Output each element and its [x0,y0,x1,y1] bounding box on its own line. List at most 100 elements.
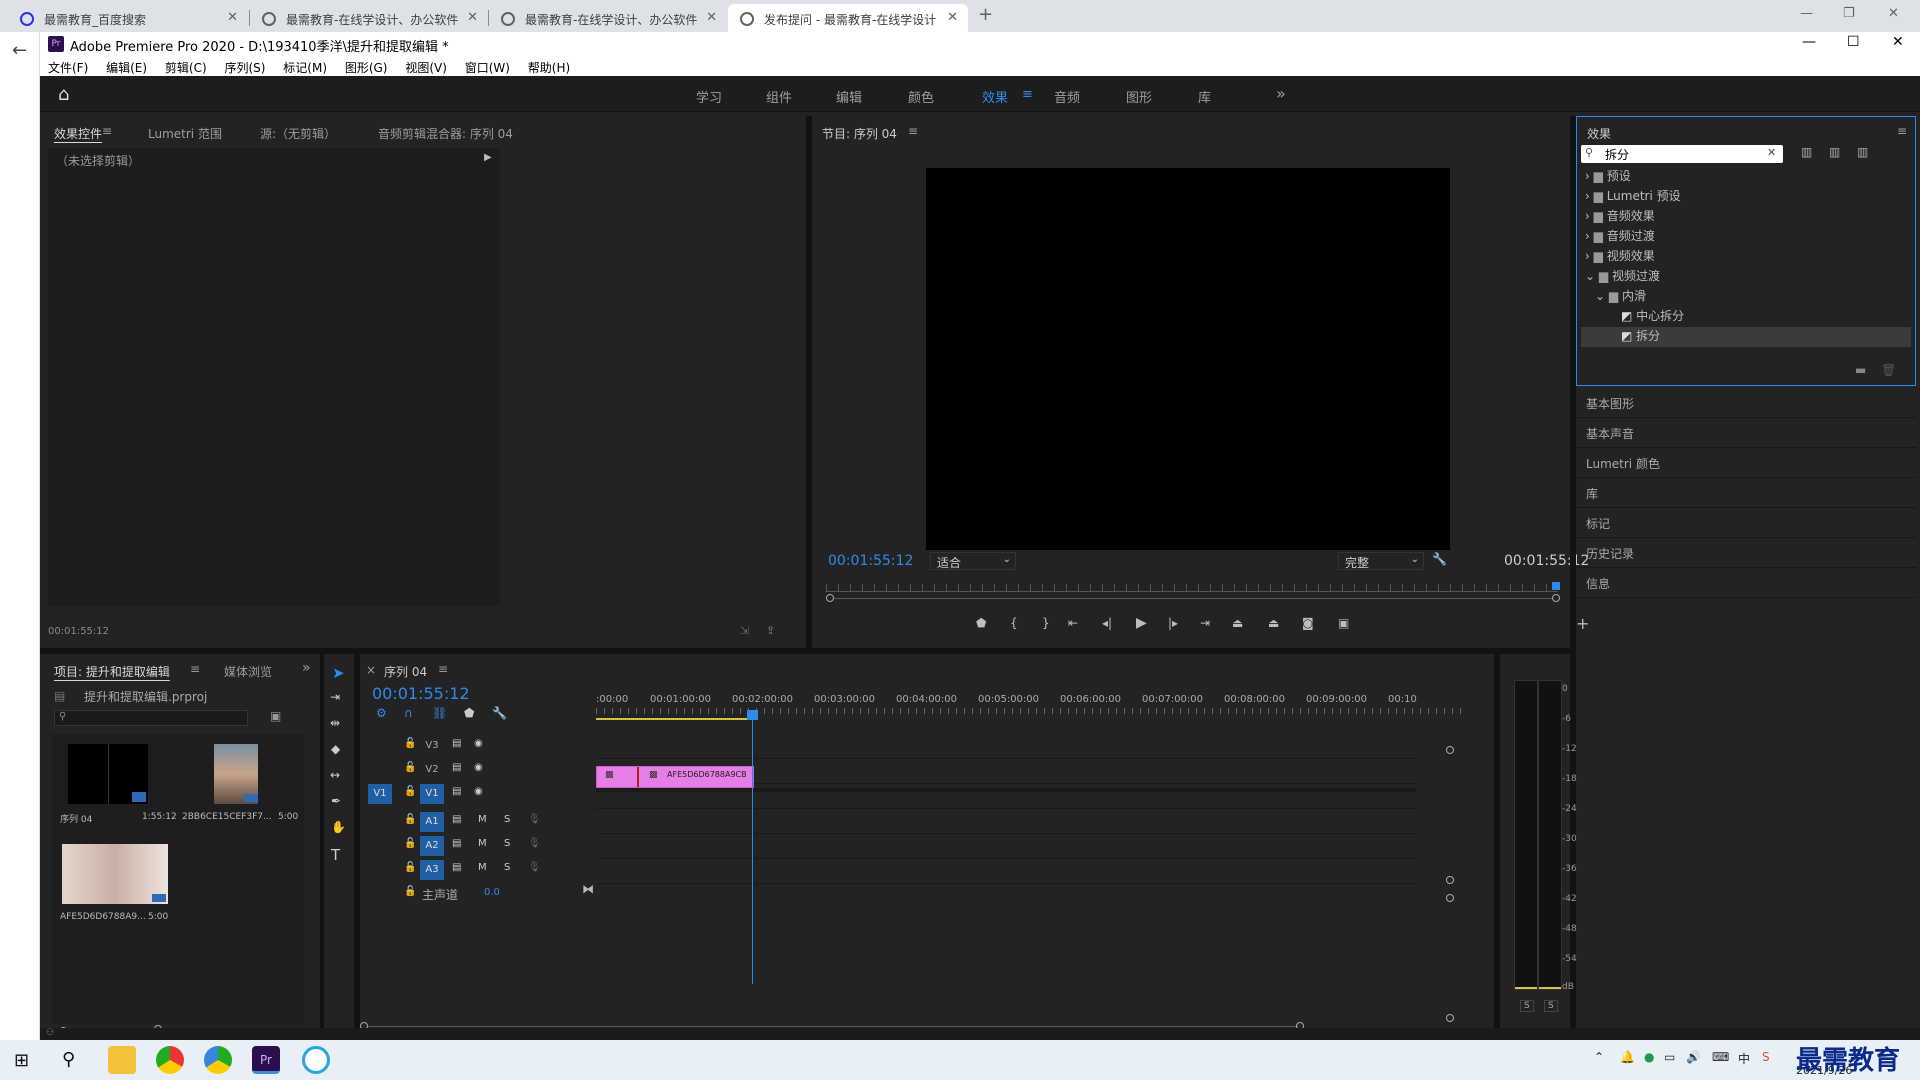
sogou-icon[interactable]: S [1762,1050,1770,1064]
work-area-bar[interactable] [596,718,752,720]
lock-icon[interactable]: 🔓 [404,814,416,825]
video-clip[interactable]: ▩ ▩ AFE5D6D6788A9CB [596,766,754,788]
restore-icon[interactable]: ❐ [1843,6,1855,21]
workspace-editing[interactable]: 编辑 [836,87,862,106]
nest-icon[interactable]: ⚙ [376,706,387,720]
browser-tab[interactable]: 最需教育-在线学设计、办公软件 ✕ [250,4,488,32]
tab-audio-clip-mixer[interactable]: 音频剪辑混合器: 序列 04 [378,125,513,142]
chrome-icon[interactable] [156,1046,184,1074]
menu-marker[interactable]: 标记(M) [283,61,327,75]
tree-item-center-split[interactable]: ◩ 中心拆分 [1581,307,1911,327]
go-to-end-icon[interactable]: ⧓ [582,882,594,896]
pen-icon[interactable]: ✒ [331,794,341,808]
zoom-handle-right[interactable] [1552,594,1560,602]
menu-graphics[interactable]: 图形(G) [345,61,388,75]
more-panels-icon[interactable]: » [302,660,311,676]
step-forward-icon[interactable]: |▸ [1168,616,1178,630]
network-icon[interactable]: ▭ [1664,1050,1675,1064]
effects-search-box[interactable]: ⚲ 拆分 ✕ [1581,145,1783,163]
notification-icon[interactable]: 🔔 [1620,1050,1635,1064]
selection-tool-icon[interactable]: ➤ [332,664,345,682]
scroll-handle[interactable] [1446,894,1454,902]
menu-file[interactable]: 文件(F) [48,61,88,75]
panel-markers[interactable]: 标记 [1576,508,1916,538]
toggle-sync-icon[interactable]: ▤ [452,814,461,825]
track-label[interactable]: A2 [420,836,444,856]
lock-icon[interactable]: 🔓 [404,786,416,797]
menu-help[interactable]: 帮助(H) [528,61,570,75]
source-patch-v1[interactable]: V1 [368,784,392,804]
lift-icon[interactable]: ⏏ [1232,616,1243,630]
go-to-out-icon[interactable]: ⇥ [1200,616,1210,630]
back-arrow-icon[interactable]: ← [12,40,27,61]
tab-project[interactable]: 项目: 提升和提取编辑 [54,663,170,680]
mark-out-icon[interactable]: } [1042,616,1050,630]
panel-info[interactable]: 信息 [1576,568,1916,598]
panel-menu-icon[interactable]: ≡ [102,124,112,138]
premiere-taskbar-icon[interactable]: Pr [252,1046,280,1074]
solo-button[interactable]: S [504,862,510,873]
tree-item-slide[interactable]: ⌄ ▆ 内滑 [1581,287,1911,307]
razor-icon[interactable]: ◆ [331,742,340,756]
project-item-clip[interactable]: AFE5D6D6788A9... 5:00 [60,840,172,940]
type-tool-icon[interactable]: T [331,846,340,864]
tray-app-icon[interactable]: ● [1644,1050,1654,1064]
new-tab-button[interactable]: + [978,4,993,25]
close-icon[interactable]: ✕ [1888,6,1899,21]
yuv-effects-icon[interactable]: ▥ [1857,145,1868,159]
mute-button[interactable]: M [478,838,487,849]
track-label[interactable]: A1 [420,812,444,832]
snap-icon[interactable]: ∩ [404,706,413,720]
microphone-icon[interactable]: 🎙 [528,814,541,825]
workspace-libraries[interactable]: 库 [1198,87,1211,106]
track-label[interactable]: V1 [420,784,444,804]
eye-icon[interactable]: ◉ [474,786,483,797]
toggle-sync-icon[interactable]: ▤ [452,738,461,749]
tree-item-video-transitions[interactable]: ⌄ ▆ 视频过渡 [1581,267,1911,287]
workspace-graphics[interactable]: 图形 [1126,87,1152,106]
lock-icon[interactable]: 🔓 [404,838,416,849]
extract-icon[interactable]: ⏏ [1268,616,1279,630]
workspace-learn[interactable]: 学习 [696,87,722,106]
export-frame-icon[interactable]: ⇲ [740,624,749,637]
windows-start-icon[interactable]: ⊞ [14,1050,29,1071]
mute-button[interactable]: M [478,862,487,873]
panel-menu-icon[interactable]: ≡ [908,124,918,138]
trash-icon[interactable]: 🗑 [1881,363,1896,377]
eye-icon[interactable]: ◉ [474,738,483,749]
hand-icon[interactable]: ✋ [331,820,346,834]
toggle-sync-icon[interactable]: ▤ [452,762,461,773]
menu-lines-icon[interactable]: ≡ [1022,87,1033,102]
menu-sequence[interactable]: 序列(S) [224,61,265,75]
close-icon[interactable]: × [366,663,376,677]
new-bin-icon[interactable]: ▬ [1855,363,1866,377]
close-icon[interactable]: ✕ [706,10,717,25]
menu-window[interactable]: 窗口(W) [465,61,510,75]
slip-icon[interactable]: ↔ [330,768,340,782]
project-search-input[interactable]: ⚲ [54,710,248,726]
clear-search-icon[interactable]: ✕ [1767,146,1776,159]
file-explorer-icon[interactable] [108,1046,136,1074]
home-icon[interactable]: ⌂ [58,84,69,105]
more-workspaces-icon[interactable]: » [1276,84,1286,103]
solo-button[interactable]: S [504,814,510,825]
master-volume[interactable]: 0.0 [484,887,500,898]
tree-item-split[interactable]: ◩ 拆分 [1581,327,1911,347]
tab-effect-controls[interactable]: 效果控件 [54,125,102,142]
monitor-time-ruler[interactable] [826,584,1558,592]
panel-essential-graphics[interactable]: 基本图形 [1576,388,1916,418]
close-icon[interactable]: ✕ [947,10,958,25]
panel-libraries[interactable]: 库 [1576,478,1916,508]
scroll-handle[interactable] [1446,876,1454,884]
minimize-icon[interactable]: — [1802,34,1816,50]
wrench-icon[interactable]: 🔧 [1432,552,1447,566]
monitor-playhead[interactable] [1552,582,1560,590]
project-item-clip[interactable]: 2BB6CE15CEF3F7... 5:00 [182,740,298,840]
mark-in-icon[interactable]: { [1010,616,1018,630]
quality-dropdown[interactable]: 完整 ⌄ [1338,552,1424,570]
close-icon[interactable]: ✕ [1892,34,1904,50]
lock-icon[interactable]: 🔓 [404,738,416,749]
tab-lumetri-scopes[interactable]: Lumetri 范围 [148,125,222,142]
workspace-effects[interactable]: 效果 [982,87,1008,106]
menu-clip[interactable]: 剪辑(C) [165,61,207,75]
